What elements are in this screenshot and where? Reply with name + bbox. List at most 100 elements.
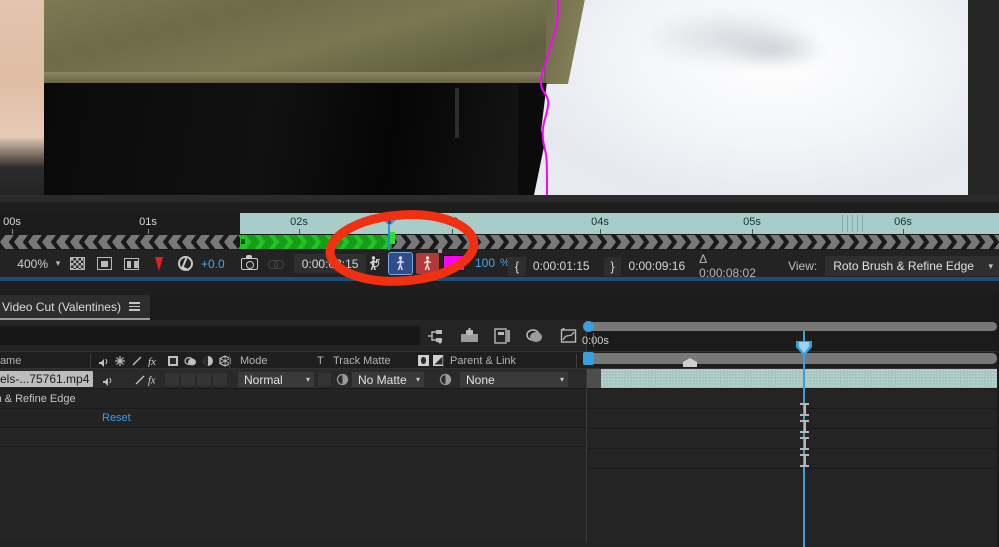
propagation-chevron: [616, 235, 630, 249]
timeline-horizontal-scrollbar[interactable]: [586, 322, 997, 331]
view-dropdown[interactable]: Roto Brush & Refine Edge ▾: [825, 256, 999, 276]
hide-shy-layers-icon[interactable]: [492, 326, 512, 346]
current-time-field[interactable]: 0:00:02:15: [294, 254, 367, 273]
list-item[interactable]: sh & Refine Edge: [0, 390, 586, 409]
composition-mini-flowchart-icon[interactable]: [426, 326, 446, 346]
list-item-empty-1[interactable]: [0, 428, 586, 447]
column-header-name: Name: [0, 355, 21, 367]
track-row-3[interactable]: [587, 409, 999, 429]
layer-effects-fx-icon[interactable]: fx: [148, 373, 161, 386]
roto-walker-subtract-icon[interactable]: [416, 253, 439, 274]
keyframe-ibeam-3[interactable]: [800, 437, 809, 450]
propagation-span-chevron: [288, 235, 302, 249]
propagation-chevron: [728, 235, 742, 249]
region-of-interest-icon[interactable]: [94, 254, 115, 273]
toggle-transparency-grid-icon[interactable]: [67, 254, 88, 273]
motion-blur-icon: [184, 355, 197, 367]
toggle-mask-paths-icon[interactable]: [121, 254, 142, 273]
layer-switch-box-2[interactable]: [181, 373, 195, 386]
show-snapshot-icon[interactable]: [266, 254, 287, 273]
propagation-chevron: [672, 235, 686, 249]
channel-rgb-icon[interactable]: [148, 254, 169, 273]
timeline-scroll-handle[interactable]: [583, 352, 594, 365]
snapshot-camera-icon[interactable]: [239, 254, 260, 273]
propagation-chevron: [154, 235, 168, 249]
layer-parent-select[interactable]: None ▾: [460, 372, 568, 387]
propagation-chevron: [126, 235, 140, 249]
propagation-chevron: [686, 235, 700, 249]
propagation-span-chevron: [372, 235, 386, 249]
propagation-chevron: [476, 235, 490, 249]
layer-audio-icon[interactable]: [100, 373, 113, 386]
layer-switch-box-1[interactable]: [165, 373, 179, 386]
layer-name[interactable]: xels-...75761.mp4: [0, 371, 93, 387]
propagation-chevron: [966, 235, 980, 249]
exposure-value[interactable]: +0.0: [201, 257, 225, 271]
roto-walker-plain-icon[interactable]: [362, 253, 385, 274]
frame-blending-icon[interactable]: [525, 326, 545, 346]
list-item[interactable]: Reset: [0, 409, 586, 428]
timeline-tab-bar: Video Cut (Valentines): [0, 295, 999, 320]
ruler-label-02s: 02s: [290, 216, 308, 228]
propagation-chevron: [42, 235, 56, 249]
viewer-time-ruler[interactable]: 00s 01s 02s 02 04s 05s 06s: [0, 213, 999, 234]
reset-button[interactable]: Reset: [102, 412, 131, 424]
exposure-shutter-icon[interactable]: [175, 254, 196, 273]
list-item-empty-2[interactable]: [0, 447, 586, 542]
keyframe-ibeam-2[interactable]: [800, 420, 809, 433]
keyframe-ibeam-4[interactable]: [800, 454, 809, 467]
out-point-value[interactable]: 0:00:09:16: [628, 259, 685, 273]
duration-value: Δ 0:00:08:02: [699, 252, 766, 280]
out-point-icon[interactable]: }: [604, 257, 622, 276]
track-row-4[interactable]: [587, 429, 999, 449]
motion-blur-icon[interactable]: [558, 326, 578, 346]
roto-propagation-bar[interactable]: [0, 234, 999, 250]
view-label: View:: [788, 259, 817, 273]
chevron-down-icon[interactable]: ▾: [52, 254, 64, 273]
propagation-span-green[interactable]: [246, 235, 392, 249]
layer-duration-bar[interactable]: [601, 369, 999, 388]
layer-t-box[interactable]: [318, 373, 331, 386]
propagation-chevron: [980, 235, 994, 249]
column-header-track-matte: Track Matte: [333, 355, 391, 367]
propagation-current-frame-marker: [390, 232, 395, 244]
layer-adjustment-icon[interactable]: [133, 373, 146, 386]
tab-video-cut-valentines[interactable]: Video Cut (Valentines): [0, 295, 150, 320]
timeline-scrollbar-left-handle[interactable]: [583, 321, 594, 332]
table-row[interactable]: 4 xels-...75761.mp4 fx Normal ▾: [0, 369, 586, 389]
layer-blend-mode-select[interactable]: Normal ▾: [238, 372, 314, 387]
video-frame: [0, 0, 968, 195]
track-row-layer[interactable]: [587, 369, 999, 389]
timeline-vertical-scroll-top[interactable]: [586, 353, 997, 364]
layer-track-matte-select[interactable]: No Matte ▾: [352, 372, 424, 387]
panel-menu-icon[interactable]: [129, 302, 140, 311]
effects-fx-icon: fx: [148, 355, 162, 367]
roto-opacity-value[interactable]: 100: [475, 256, 495, 270]
layer-switch-box-4[interactable]: [213, 373, 227, 386]
matte-alpha-icon[interactable]: [418, 355, 429, 366]
magnification-value[interactable]: 400%: [0, 254, 52, 273]
track-row-6[interactable]: [587, 469, 999, 542]
chevron-down-icon: ▾: [416, 375, 420, 384]
chevron-down-icon: ▾: [560, 375, 564, 384]
ruler-label-00s: 00s: [3, 216, 21, 228]
propagation-chevron: [448, 235, 462, 249]
track-row-2[interactable]: [587, 389, 999, 409]
track-matte-toggle-icon[interactable]: [336, 373, 349, 386]
keyframe-ibeam-1[interactable]: [800, 403, 809, 416]
parent-pickwhip-icon[interactable]: [439, 373, 452, 386]
view-dropdown-value: Roto Brush & Refine Edge: [833, 259, 974, 273]
in-point-value[interactable]: 0:00:01:15: [533, 259, 590, 273]
roto-walker-add-icon[interactable]: [389, 253, 412, 274]
in-point-icon[interactable]: {: [508, 257, 526, 276]
draft-3d-icon[interactable]: [459, 326, 479, 346]
composition-viewer[interactable]: [0, 0, 999, 202]
layer-switch-box-3[interactable]: [197, 373, 211, 386]
timeline-track-area[interactable]: [586, 369, 999, 542]
search-input[interactable]: [0, 326, 420, 345]
roto-overlay-color-swatch[interactable]: [443, 255, 465, 271]
propagation-chevron: [588, 235, 602, 249]
work-area-highlight[interactable]: [240, 213, 999, 234]
propagation-chevron: [938, 235, 952, 249]
track-row-5[interactable]: [587, 449, 999, 469]
